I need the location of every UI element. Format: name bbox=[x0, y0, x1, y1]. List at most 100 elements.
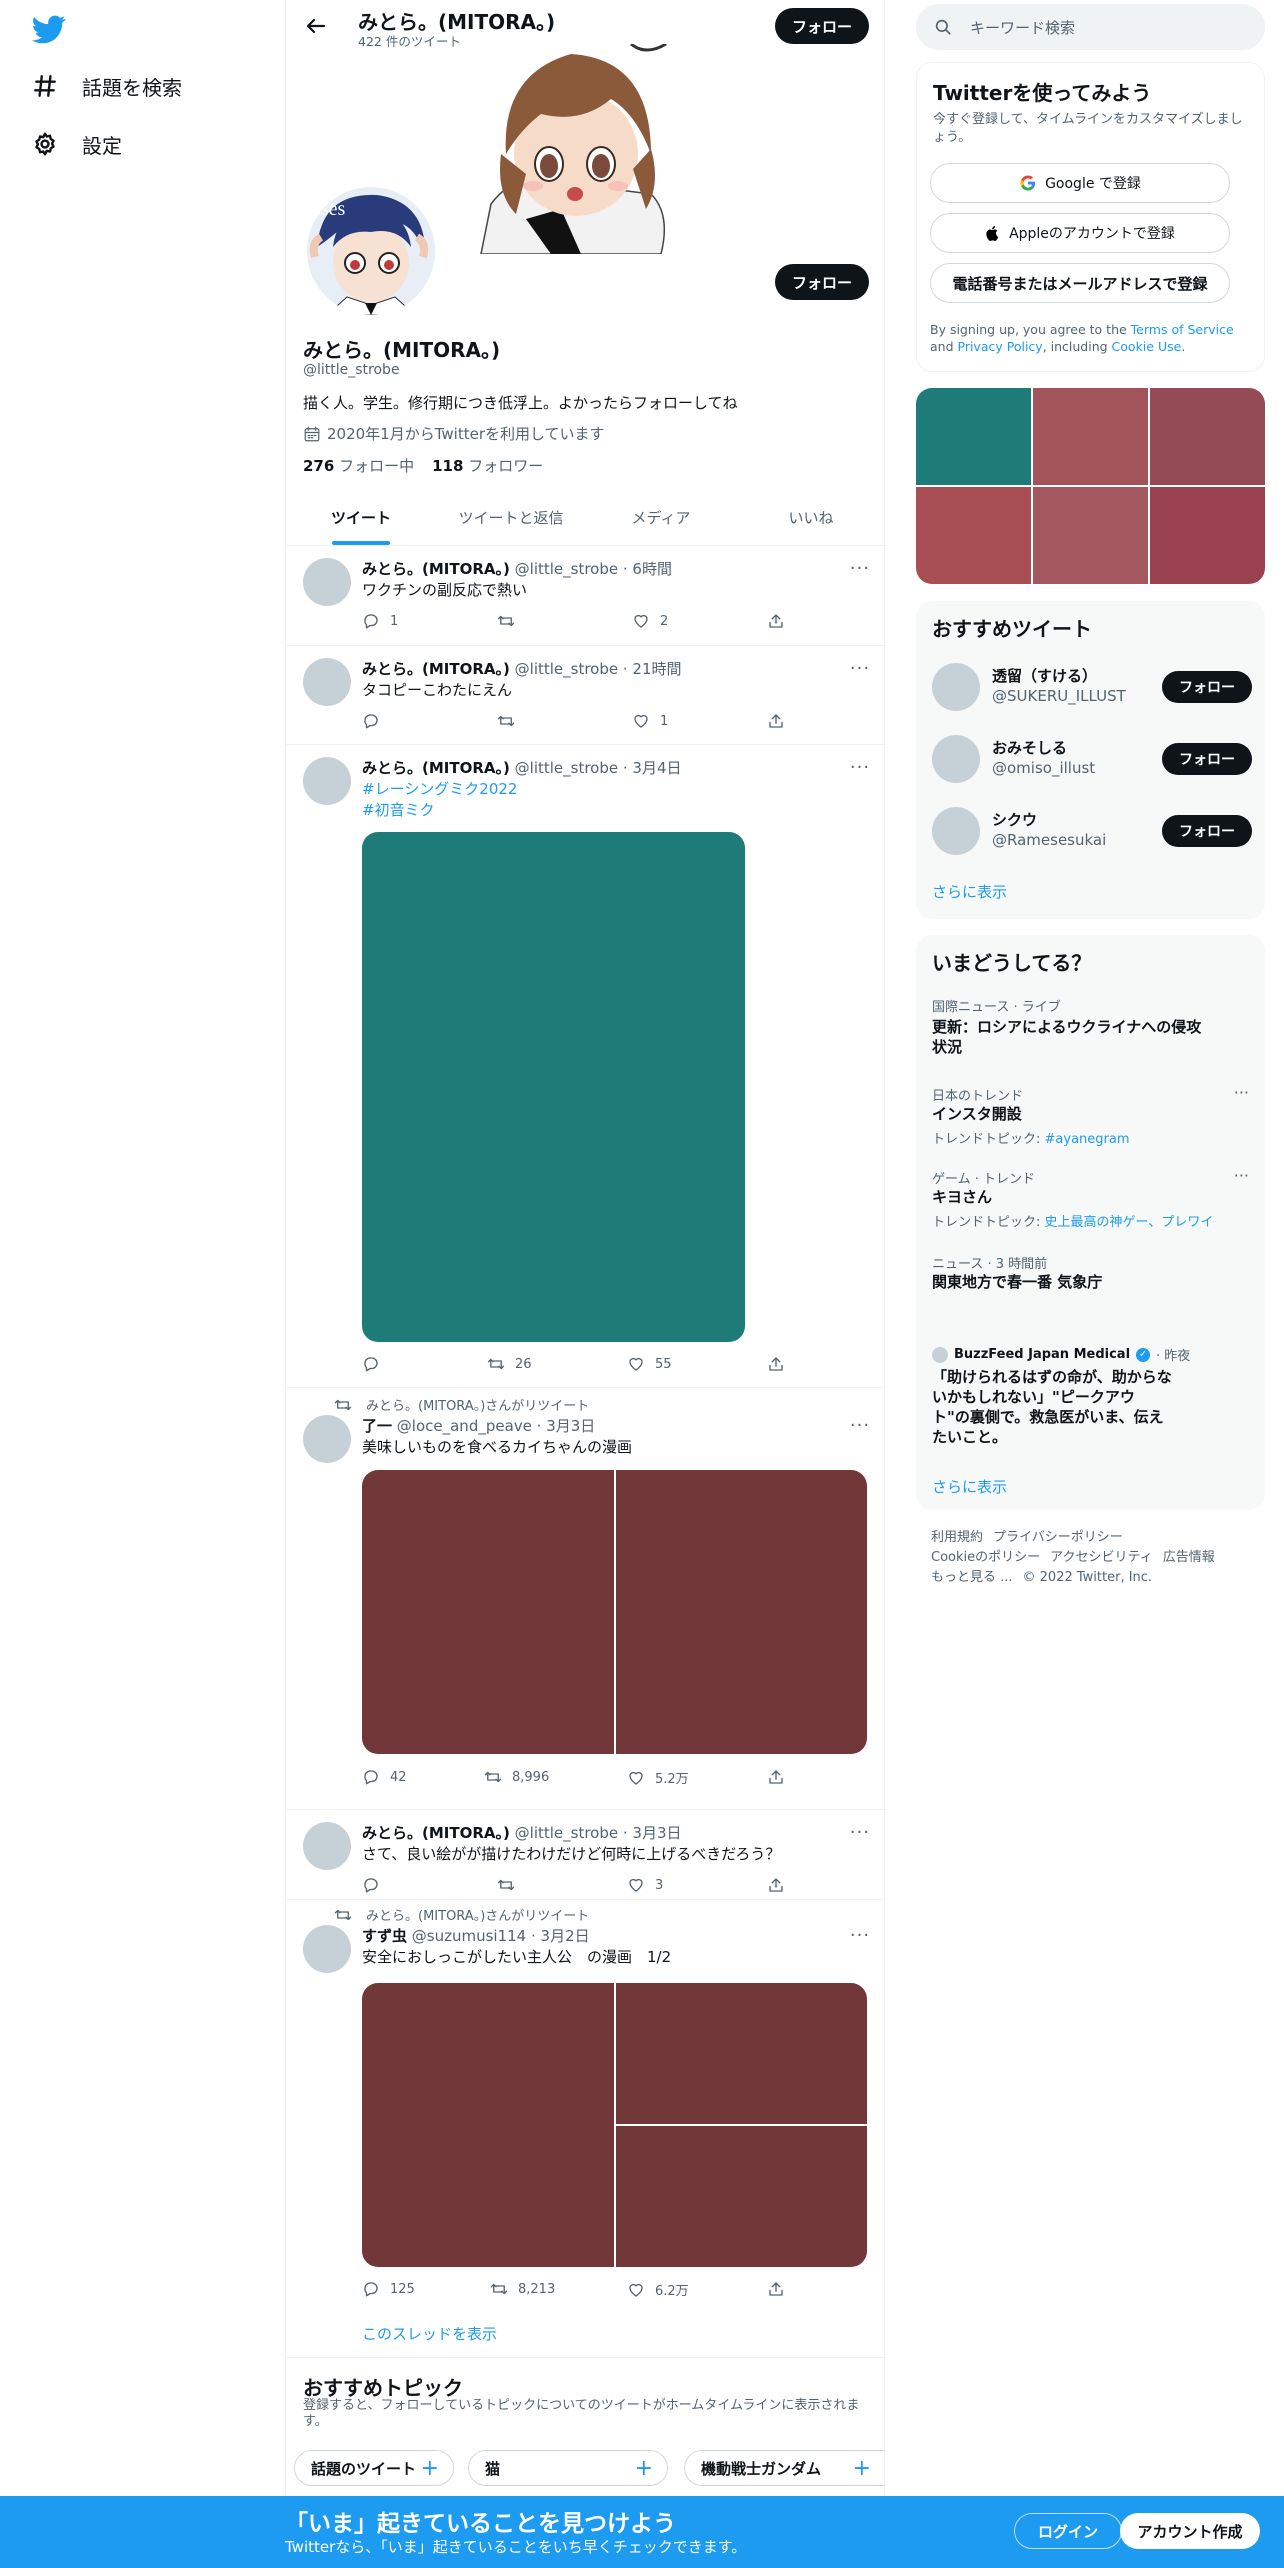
recommended-user[interactable]: シクウ @Ramesesukai フォロー bbox=[932, 803, 1252, 859]
avatar[interactable] bbox=[932, 735, 980, 783]
like-button[interactable]: 1 bbox=[632, 712, 668, 730]
tweet[interactable]: みとら。(MITORA。) @little_strobe · 3月3日 ··· … bbox=[286, 1810, 886, 1900]
more-icon[interactable]: ··· bbox=[850, 1822, 870, 1843]
share-button[interactable] bbox=[767, 1876, 785, 1894]
topic-pill[interactable]: 機動戦士ガンダム + bbox=[684, 2450, 885, 2486]
mosaic-image[interactable] bbox=[1150, 388, 1265, 485]
twitter-logo-icon[interactable] bbox=[32, 12, 66, 46]
like-button[interactable]: 55 bbox=[627, 1355, 672, 1373]
back-arrow-icon[interactable] bbox=[304, 14, 328, 38]
following-link[interactable]: 276 フォロー中 bbox=[303, 455, 414, 476]
reply-button[interactable] bbox=[362, 712, 390, 730]
mosaic-image[interactable] bbox=[1150, 487, 1265, 584]
footer-link[interactable]: もっと見る ... bbox=[931, 1570, 1013, 1585]
reply-button[interactable]: 42 bbox=[362, 1768, 407, 1786]
mosaic-image[interactable] bbox=[1033, 487, 1148, 584]
news-headline[interactable]: 「助けられるはずの命が、助からないかもしれない」"ピークアウト"の裏側で。救急医… bbox=[932, 1367, 1172, 1447]
cookie-link[interactable]: Cookie Use bbox=[1112, 339, 1182, 354]
follow-button[interactable]: フォロー bbox=[1162, 743, 1252, 775]
trend-item[interactable]: 更新：ロシアによるウクライナへの侵攻状況 bbox=[932, 1017, 1212, 1057]
show-more-link[interactable]: さらに表示 bbox=[932, 1476, 1007, 1497]
reply-button[interactable]: 1 bbox=[362, 612, 398, 630]
hashtag-link[interactable]: #レーシングミク2022 bbox=[362, 778, 517, 799]
google-signup-button[interactable]: Google で登録 bbox=[930, 163, 1230, 203]
trend-item[interactable]: 関東地方で春一番 気象庁 bbox=[932, 1272, 1212, 1292]
share-button[interactable] bbox=[767, 1768, 785, 1786]
hashtag-link[interactable]: #初音ミク bbox=[362, 799, 435, 820]
signup-button[interactable]: アカウント作成 bbox=[1120, 2513, 1260, 2549]
tweet-author[interactable]: みとら。(MITORA。) bbox=[362, 759, 510, 777]
trend-topic-link[interactable]: #ayanegram bbox=[1045, 1132, 1130, 1147]
tweet[interactable]: みとら。(MITORA。) @little_strobe · 3月4日 ··· … bbox=[286, 745, 886, 1388]
trend-topic-link[interactable]: 史上最高の神ゲー、プレワイ bbox=[1045, 1215, 1214, 1230]
apple-signup-button[interactable]: Appleのアカウントで登録 bbox=[930, 213, 1230, 253]
mosaic-image[interactable] bbox=[916, 487, 1031, 584]
tweet[interactable]: みとら。(MITORA。) @little_strobe · 21時間 ··· … bbox=[286, 646, 886, 745]
topic-pill[interactable]: 猫 + bbox=[468, 2450, 668, 2486]
footer-link[interactable]: アクセシビリティ bbox=[1050, 1550, 1153, 1565]
more-icon[interactable]: ··· bbox=[850, 1415, 870, 1436]
tweet[interactable]: みとら。(MITORA。) @little_strobe · 6時間 ··· ワ… bbox=[286, 546, 886, 646]
tweet-author[interactable]: 了一 bbox=[362, 1417, 392, 1435]
retweet-button[interactable] bbox=[497, 1876, 525, 1894]
avatar[interactable] bbox=[932, 663, 980, 711]
like-button[interactable]: 2 bbox=[632, 612, 668, 630]
profile-follow-button[interactable]: フォロー bbox=[775, 264, 869, 300]
tab-likes[interactable]: いいね bbox=[736, 490, 886, 545]
reply-button[interactable] bbox=[362, 1876, 390, 1894]
retweet-button[interactable]: 8,996 bbox=[484, 1768, 549, 1786]
header-follow-button[interactable]: フォロー bbox=[775, 8, 869, 44]
trend-item[interactable]: キヨさん bbox=[932, 1187, 1212, 1207]
retweet-button[interactable] bbox=[497, 612, 525, 630]
retweet-button[interactable]: 26 bbox=[487, 1355, 532, 1373]
share-button[interactable] bbox=[767, 2280, 785, 2298]
share-button[interactable] bbox=[767, 712, 785, 730]
search-bar[interactable]: キーワード検索 bbox=[916, 4, 1265, 50]
retweet-button[interactable] bbox=[497, 712, 525, 730]
more-icon[interactable]: ··· bbox=[850, 757, 870, 778]
tweet-author[interactable]: みとら。(MITORA。) bbox=[362, 560, 510, 578]
tweet-author[interactable]: みとら。(MITORA。) bbox=[362, 1824, 510, 1842]
tweet-media-image[interactable] bbox=[615, 1983, 867, 2124]
share-button[interactable] bbox=[767, 1355, 785, 1373]
tweet[interactable]: みとら。(MITORA。)さんがリツイート 了一 @loce_and_peave… bbox=[286, 1388, 886, 1810]
avatar[interactable] bbox=[932, 807, 980, 855]
more-icon[interactable]: ··· bbox=[1234, 1166, 1249, 1185]
tweet-avatar[interactable] bbox=[303, 1415, 351, 1463]
tab-media[interactable]: メディア bbox=[586, 490, 736, 545]
mosaic-image[interactable] bbox=[1033, 388, 1148, 485]
like-button[interactable]: 3 bbox=[627, 1876, 663, 1894]
recommended-user[interactable]: 透留（すける） @SUKERU_ILLUST フォロー bbox=[932, 659, 1252, 715]
profile-avatar[interactable]: sses bbox=[303, 183, 439, 319]
footer-link[interactable]: 利用規約 bbox=[931, 1530, 983, 1545]
tweet-author[interactable]: すず虫 bbox=[362, 1927, 407, 1945]
tab-tweets[interactable]: ツイート bbox=[286, 490, 436, 545]
followers-link[interactable]: 118 フォロワー bbox=[432, 455, 543, 476]
nav-explore[interactable]: 話題を検索 bbox=[32, 66, 182, 106]
footer-link[interactable]: プライバシーポリシー bbox=[993, 1530, 1123, 1545]
terms-link[interactable]: Terms of Service bbox=[1131, 322, 1234, 337]
share-button[interactable] bbox=[767, 612, 785, 630]
tweet-avatar[interactable] bbox=[303, 1925, 351, 1973]
footer-link[interactable]: Cookieのポリシー bbox=[931, 1550, 1040, 1565]
tweet-media-image[interactable] bbox=[615, 1470, 867, 1754]
reply-button[interactable] bbox=[362, 1355, 390, 1373]
tab-tweets-and-replies[interactable]: ツイートと返信 bbox=[436, 490, 586, 545]
recommended-user[interactable]: おみそしる @omiso_illust フォロー bbox=[932, 731, 1252, 787]
more-icon[interactable]: ··· bbox=[850, 658, 870, 679]
tweet-media-image[interactable] bbox=[615, 2126, 867, 2267]
login-button[interactable]: ログイン bbox=[1014, 2513, 1122, 2549]
tweet-author[interactable]: みとら。(MITORA。) bbox=[362, 660, 510, 678]
tweet-avatar[interactable] bbox=[303, 558, 351, 606]
mosaic-image[interactable] bbox=[916, 388, 1031, 485]
tweet-media-image[interactable] bbox=[362, 832, 745, 1342]
show-thread-link[interactable]: このスレッドを表示 bbox=[362, 2323, 497, 2344]
tweet-avatar[interactable] bbox=[303, 1822, 351, 1870]
tweet-media-image[interactable] bbox=[362, 1470, 614, 1754]
trend-item[interactable]: インスタ開設 bbox=[932, 1104, 1212, 1124]
retweet-button[interactable]: 8,213 bbox=[490, 2280, 555, 2298]
more-icon[interactable]: ··· bbox=[850, 1925, 870, 1946]
like-button[interactable]: 6.2万 bbox=[627, 2280, 689, 2299]
tweet-avatar[interactable] bbox=[303, 658, 351, 706]
nav-settings[interactable]: 設定 bbox=[32, 124, 122, 164]
